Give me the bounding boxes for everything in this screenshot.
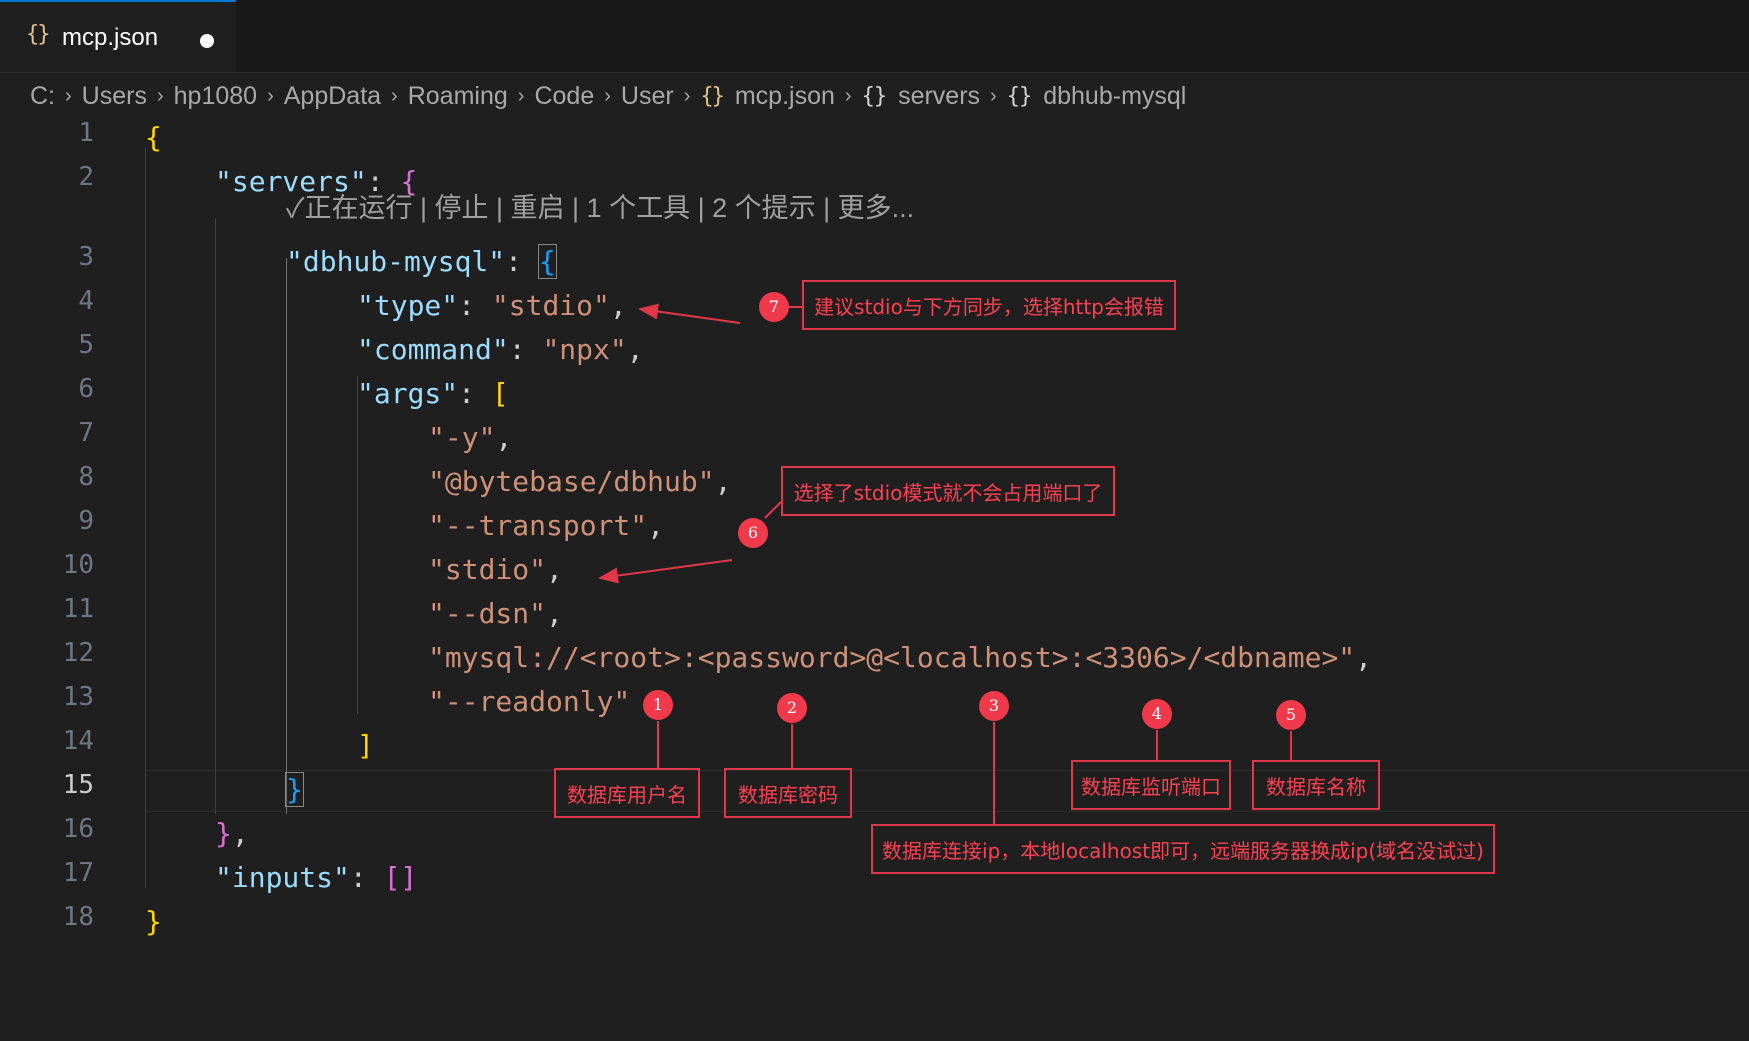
annotation-box-3: 数据库连接ip，本地localhost即可，远端服务器换成ip(域名没试过) [871,824,1495,874]
annotation-box-6: 选择了stdio模式就不会占用端口了 [781,466,1115,516]
annotation-arrows [598,303,1292,824]
annotation-box-2: 数据库密码 [724,768,852,818]
annotation-badge-1: 1 [643,690,673,720]
annotation-box-5: 数据库名称 [1252,760,1380,810]
annotation-badge-3: 3 [979,691,1009,721]
annotation-badge-4: 4 [1142,699,1172,729]
annotation-box-4: 数据库监听端口 [1071,760,1231,810]
annotation-badge-5: 5 [1276,700,1306,730]
annotation-badge-7: 7 [759,292,789,322]
annotation-badge-2: 2 [777,693,807,723]
annotation-badge-6: 6 [738,518,768,548]
annotation-box-7: 建议stdio与下方同步，选择http会报错 [802,280,1176,330]
annotation-box-1: 数据库用户名 [554,768,700,818]
